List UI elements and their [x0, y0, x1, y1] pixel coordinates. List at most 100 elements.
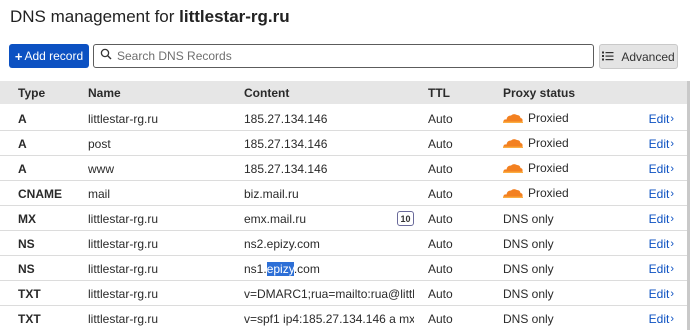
column-header-content[interactable]: Content: [244, 86, 289, 100]
edit-label: Edit: [648, 187, 670, 201]
table-row: A www 185.27.134.146 Auto Proxied Edit ›: [0, 156, 690, 181]
edit-label: Edit: [648, 137, 670, 151]
edit-button[interactable]: Edit ›: [649, 237, 674, 251]
edit-button[interactable]: Edit ›: [649, 137, 674, 151]
proxy-status-label: DNS only: [503, 312, 554, 326]
record-type: TXT: [18, 287, 41, 301]
record-content: ns2.epizy.com: [244, 237, 320, 251]
column-header-name[interactable]: Name: [88, 86, 121, 100]
record-name: littlestar-rg.ru: [88, 312, 159, 326]
chevron-right-icon: ›: [670, 113, 674, 125]
table-row: TXT littlestar-rg.ru v=spf1 ip4:185.27.1…: [0, 306, 690, 330]
page-title: DNS management for littlestar-rg.ru: [10, 7, 290, 27]
edit-button[interactable]: Edit ›: [649, 112, 674, 126]
column-header-ttl[interactable]: TTL: [428, 86, 450, 100]
record-ttl: Auto: [428, 187, 453, 201]
record-content: biz.mail.ru: [244, 187, 299, 201]
record-ttl: Auto: [428, 287, 453, 301]
chevron-right-icon: ›: [670, 213, 674, 225]
record-ttl: Auto: [428, 112, 453, 126]
proxy-status-label: DNS only: [503, 237, 554, 251]
chevron-right-icon: ›: [670, 138, 674, 150]
record-name: littlestar-rg.ru: [88, 262, 159, 276]
record-ttl: Auto: [428, 312, 453, 326]
record-content: 185.27.134.146: [244, 112, 328, 126]
cloud-icon: [503, 164, 523, 173]
edit-button[interactable]: Edit ›: [649, 262, 674, 276]
edit-label: Edit: [648, 112, 670, 126]
proxy-status: Proxied: [503, 136, 569, 150]
plus-icon: +: [14, 48, 23, 64]
search-box[interactable]: [93, 44, 594, 68]
record-content: ns1.epizy.com: [244, 262, 320, 276]
proxy-status-label: DNS only: [503, 262, 554, 276]
list-icon: [602, 50, 614, 64]
record-ttl: Auto: [428, 162, 453, 176]
proxy-status: Proxied: [503, 161, 569, 175]
record-name: littlestar-rg.ru: [88, 287, 159, 301]
page-title-prefix: DNS management for: [10, 7, 175, 26]
table-row: NS littlestar-rg.ru ns2.epizy.com Auto D…: [0, 231, 690, 256]
cloud-icon: [503, 139, 523, 148]
record-name: www: [88, 162, 114, 176]
proxy-status-label: DNS only: [503, 287, 554, 301]
edit-button[interactable]: Edit ›: [649, 162, 674, 176]
proxy-status-label: Proxied: [528, 161, 569, 175]
record-content: v=DMARC1;rua=mailto:rua@little...: [244, 287, 414, 301]
chevron-right-icon: ›: [670, 263, 674, 275]
add-record-button[interactable]: + Add record: [9, 44, 89, 68]
record-name: post: [88, 137, 111, 151]
record-ttl: Auto: [428, 137, 453, 151]
table-row: CNAME mail biz.mail.ru Auto Proxied Edit…: [0, 181, 690, 206]
column-header-proxy-status[interactable]: Proxy status: [503, 86, 575, 100]
edit-button[interactable]: Edit ›: [649, 312, 674, 326]
edit-label: Edit: [648, 237, 670, 251]
edit-label: Edit: [648, 262, 670, 276]
table-row: NS littlestar-rg.ru ns1.epizy.com Auto D…: [0, 256, 690, 281]
proxy-status: Proxied: [503, 111, 569, 125]
record-content: 185.27.134.146: [244, 162, 328, 176]
record-type: A: [18, 137, 27, 151]
record-type: CNAME: [18, 187, 62, 201]
proxy-status-label: Proxied: [528, 111, 569, 125]
table-row: A littlestar-rg.ru 185.27.134.146 Auto P…: [0, 106, 690, 131]
edit-label: Edit: [648, 162, 670, 176]
chevron-right-icon: ›: [670, 188, 674, 200]
chevron-right-icon: ›: [670, 313, 674, 325]
add-record-label: Add record: [24, 49, 84, 63]
proxy-status: Proxied: [503, 186, 569, 200]
edit-button[interactable]: Edit ›: [649, 287, 674, 301]
chevron-right-icon: ›: [670, 163, 674, 175]
record-content: v=spf1 ip4:185.27.134.146 a mx in...: [244, 312, 414, 326]
record-type: NS: [18, 237, 35, 251]
table-header: Type Name Content TTL Proxy status: [0, 81, 690, 104]
record-content: 185.27.134.146: [244, 137, 328, 151]
toolbar: + Add record Advanced: [9, 44, 679, 69]
advanced-button[interactable]: Advanced: [599, 44, 678, 69]
column-header-type[interactable]: Type: [18, 86, 45, 100]
edit-button[interactable]: Edit ›: [649, 212, 674, 226]
cloud-icon: [503, 189, 523, 198]
record-name: littlestar-rg.ru: [88, 112, 159, 126]
proxy-status-label: Proxied: [528, 136, 569, 150]
chevron-right-icon: ›: [670, 288, 674, 300]
search-icon: [100, 47, 112, 65]
edit-button[interactable]: Edit ›: [649, 187, 674, 201]
record-type: TXT: [18, 312, 41, 326]
edit-label: Edit: [648, 312, 670, 326]
record-name: littlestar-rg.ru: [88, 212, 159, 226]
edit-label: Edit: [648, 212, 670, 226]
table-row: MX littlestar-rg.ru emx.mail.ru 10 Auto …: [0, 206, 690, 231]
content-part: ns1.: [244, 262, 267, 276]
record-ttl: Auto: [428, 262, 453, 276]
advanced-label: Advanced: [621, 49, 675, 64]
search-input[interactable]: [117, 49, 587, 63]
proxy-status-label: DNS only: [503, 212, 554, 226]
content-part: .com: [293, 262, 320, 276]
record-type: NS: [18, 262, 35, 276]
selected-text: epizy: [266, 262, 294, 276]
record-ttl: Auto: [428, 212, 453, 226]
record-type: A: [18, 112, 27, 126]
record-name: littlestar-rg.ru: [88, 237, 159, 251]
priority-badge: 10: [397, 211, 414, 226]
